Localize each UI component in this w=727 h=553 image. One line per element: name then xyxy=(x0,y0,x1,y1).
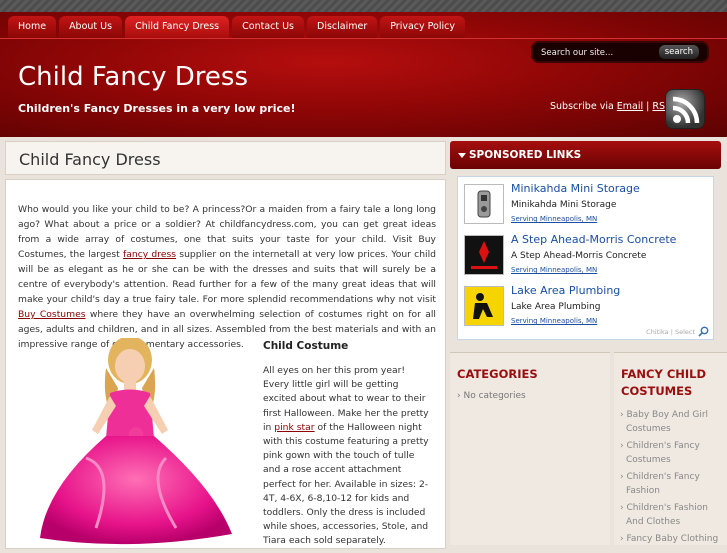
list-item-label[interactable]: Baby Boy And Girl Costumes xyxy=(626,410,708,434)
rss-icon[interactable] xyxy=(665,89,705,129)
list-item[interactable]: › Children's Fancy Costumes xyxy=(620,439,724,467)
ad-description: Lake Area Plumbing xyxy=(511,302,601,312)
ad-location[interactable]: Serving Minneapolis, MN xyxy=(511,317,597,325)
categories-empty: › No categories xyxy=(457,391,526,401)
intro-paragraph: Who would you like your child to be? A p… xyxy=(18,202,436,352)
nav-child-fancy-dress[interactable]: Child Fancy Dress xyxy=(125,16,230,38)
fancy-costumes-widget: FANCY CHILD COSTUMES › Baby Boy And Girl… xyxy=(614,352,727,545)
sponsored-links-heading: SPONSORED LINKS xyxy=(469,149,582,161)
main-content: Child Fancy Dress Who would you like you… xyxy=(5,141,446,549)
nav-divider xyxy=(0,38,727,39)
ad-title[interactable]: Minikahda Mini Storage xyxy=(511,182,640,195)
costume-text-2: of the Halloween night with this costume… xyxy=(263,421,429,547)
list-item-label[interactable]: Children's Fancy Costumes xyxy=(626,441,700,465)
child-costume-photo xyxy=(26,336,258,550)
ad-location[interactable]: Serving Minneapolis, MN xyxy=(511,215,597,223)
list-item[interactable]: › Children's Fancy Fashion xyxy=(620,470,724,498)
list-item[interactable]: › Fancy Baby Clothing xyxy=(620,532,724,546)
sidebar: SPONSORED LINKS Minikahda Mini Storage M… xyxy=(450,141,727,545)
caret-down-icon xyxy=(458,153,466,158)
child-costume-paragraph: All eyes on her this prom year! Every li… xyxy=(263,364,433,549)
top-strip xyxy=(0,0,727,12)
search-button[interactable]: search xyxy=(658,45,699,59)
list-item[interactable]: › Baby Boy And Girl Costumes xyxy=(620,408,724,436)
ad-description: Minikahda Mini Storage xyxy=(511,200,617,210)
categories-heading: CATEGORIES xyxy=(457,367,538,381)
pink-star-link[interactable]: pink star xyxy=(274,422,314,433)
ad-item[interactable]: A Step Ahead-Morris Concrete A Step Ahea… xyxy=(464,231,710,279)
main-nav: Home About Us Child Fancy Dress Contact … xyxy=(8,16,465,38)
nav-contact-us[interactable]: Contact Us xyxy=(232,16,305,38)
fancy-dress-link[interactable]: fancy dress xyxy=(123,249,176,260)
magnifier-icon[interactable] xyxy=(698,326,709,337)
ad-description: A Step Ahead-Morris Concrete xyxy=(511,251,647,261)
ad-title[interactable]: A Step Ahead-Morris Concrete xyxy=(511,233,676,246)
search-box: Search our site... search xyxy=(531,41,709,63)
child-costume-heading: Child Costume xyxy=(263,340,349,352)
buy-costumes-link[interactable]: Buy Costumes xyxy=(18,309,86,320)
subscribe-label: Subscribe via xyxy=(550,101,617,112)
sponsored-links-header: SPONSORED LINKS xyxy=(450,141,721,169)
ad-title[interactable]: Lake Area Plumbing xyxy=(511,284,620,297)
nav-privacy-policy[interactable]: Privacy Policy xyxy=(380,16,465,38)
chitika-credit[interactable]: Chitika | Select xyxy=(646,328,695,336)
nav-disclaimer[interactable]: Disclaimer xyxy=(307,16,378,38)
site-header: Home About Us Child Fancy Dress Contact … xyxy=(0,12,727,137)
list-item-label[interactable]: Fancy Baby Clothing xyxy=(626,534,718,544)
subscribe-line: Subscribe via Email | RSS xyxy=(550,101,671,112)
fancy-costumes-heading: FANCY CHILD COSTUMES xyxy=(621,367,707,398)
ad-location[interactable]: Serving Minneapolis, MN xyxy=(511,266,597,274)
plumbing-logo-icon xyxy=(464,286,504,326)
nav-home[interactable]: Home xyxy=(8,16,57,38)
categories-widget: CATEGORIES › No categories xyxy=(450,352,610,545)
search-input[interactable]: Search our site... xyxy=(541,46,661,60)
article-body: Who would you like your child to be? A p… xyxy=(5,179,446,549)
page-title: Child Fancy Dress xyxy=(19,150,161,169)
site-tagline: Children's Fancy Dresses in a very low p… xyxy=(18,102,296,115)
sponsored-ads-box: Minikahda Mini Storage Minikahda Mini St… xyxy=(457,176,714,340)
storage-lock-icon xyxy=(464,184,504,224)
list-item[interactable]: › Children's Fashion And Clothes xyxy=(620,501,724,529)
categories-empty-label: No categories xyxy=(463,391,526,401)
ad-item[interactable]: Lake Area Plumbing Lake Area Plumbing Se… xyxy=(464,282,710,330)
ad-item[interactable]: Minikahda Mini Storage Minikahda Mini St… xyxy=(464,180,710,228)
page-title-box: Child Fancy Dress xyxy=(5,141,446,175)
list-item-label[interactable]: Children's Fancy Fashion xyxy=(626,472,700,496)
list-item-label[interactable]: Children's Fashion And Clothes xyxy=(626,503,708,527)
subscribe-email-link[interactable]: Email xyxy=(617,101,643,112)
site-title[interactable]: Child Fancy Dress xyxy=(18,62,248,92)
fancy-costumes-list: › Baby Boy And Girl Costumes › Children'… xyxy=(620,408,724,549)
concrete-logo-icon xyxy=(464,235,504,275)
nav-about-us[interactable]: About Us xyxy=(59,16,123,38)
